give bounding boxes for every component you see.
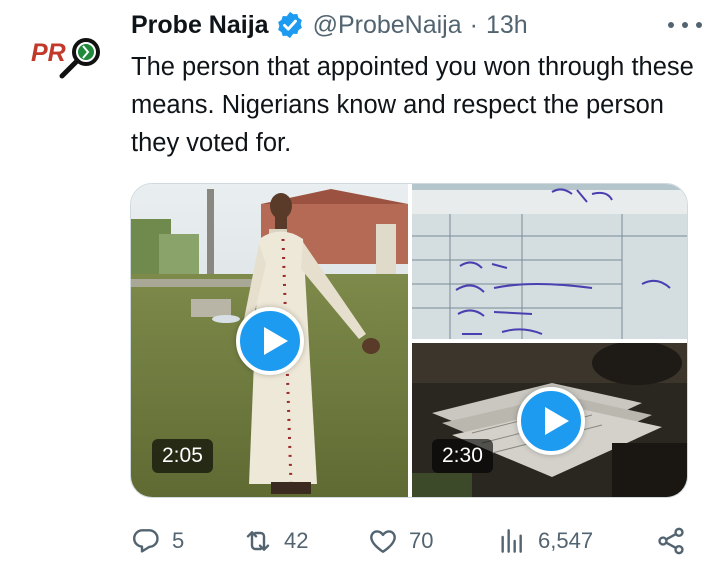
play-icon: [264, 327, 288, 355]
author-handle[interactable]: @ProbeNaija: [313, 11, 462, 40]
avatar[interactable]: PR: [22, 10, 114, 102]
image-thumbnail-result-sheet[interactable]: [412, 184, 687, 339]
views-button[interactable]: 6,547: [496, 523, 593, 559]
result-sheet-image: [412, 184, 687, 339]
share-button[interactable]: [655, 523, 687, 559]
author-name[interactable]: Probe Naija: [131, 11, 269, 40]
media-grid: 2:05 2:30: [130, 183, 688, 498]
video-thumbnail-priest[interactable]: 2:05: [131, 184, 408, 497]
views-count: 6,547: [538, 528, 594, 553]
reply-icon: [133, 529, 159, 553]
reply-button[interactable]: 5: [130, 523, 184, 559]
video-duration-badge: 2:05: [152, 439, 213, 473]
reply-count: 5: [172, 528, 185, 553]
repost-count: 42: [284, 528, 309, 553]
svg-text:PR: PR: [31, 39, 66, 67]
share-icon: [658, 527, 684, 555]
probe-naija-logo: PR: [23, 11, 113, 101]
verified-badge-icon[interactable]: [275, 10, 305, 40]
tweet-header: Probe Naija @ProbeNaija · 13h: [131, 8, 702, 42]
like-count: 70: [409, 528, 434, 553]
repost-icon: [246, 531, 270, 551]
play-icon: [545, 407, 569, 435]
action-bar: 5 42 70 6,547: [130, 523, 690, 559]
views-icon: [501, 529, 522, 553]
like-button[interactable]: 70: [367, 523, 433, 559]
timestamp[interactable]: 13h: [486, 11, 528, 40]
tweet-text: The person that appointed you won throug…: [131, 53, 694, 157]
play-button[interactable]: [236, 307, 304, 375]
video-duration-badge: 2:30: [432, 439, 493, 473]
repost-button[interactable]: 42: [242, 523, 308, 559]
more-icon[interactable]: [668, 14, 702, 36]
play-button[interactable]: [517, 387, 585, 455]
separator-dot: ·: [469, 10, 478, 39]
like-icon: [370, 530, 396, 553]
video-thumbnail-ballot-papers[interactable]: 2:30: [412, 343, 687, 497]
